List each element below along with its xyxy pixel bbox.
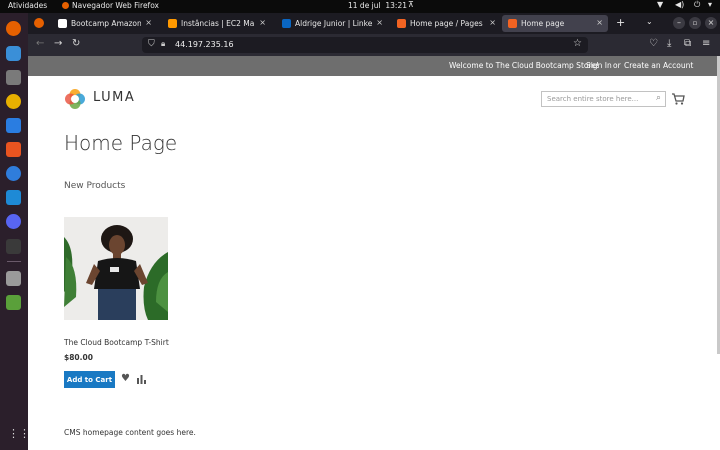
sign-in-link[interactable]: Sign In	[586, 61, 612, 70]
store-page: Welcome to The Cloud Bootcamp Store! Sig…	[28, 56, 720, 450]
clock[interactable]: 11 de jul 13:21	[348, 1, 407, 10]
downloads-icon[interactable]: ⤓	[667, 38, 671, 50]
section-title: New Products	[64, 181, 126, 191]
trash-dock-icon[interactable]	[6, 295, 21, 310]
product-photo-illustration	[64, 217, 168, 320]
help-dock-icon[interactable]	[6, 166, 21, 181]
network-icon[interactable]: ▼	[657, 0, 663, 9]
product-price: $80.00	[64, 353, 93, 362]
store-header-panel: Welcome to The Cloud Bootcamp Store! Sig…	[28, 56, 720, 76]
rhythmbox-dock-icon[interactable]	[6, 94, 21, 109]
menu-icon[interactable]: ≡	[702, 38, 710, 50]
volume-icon[interactable]: ◀)	[675, 0, 684, 9]
tab-bootcamp[interactable]: Bootcamp Amazon Web S ×	[52, 15, 157, 32]
lock-icon[interactable]: 🔒︎	[161, 39, 165, 49]
dock-divider	[7, 261, 21, 262]
show-apps-icon[interactable]: ⋮⋮	[8, 428, 30, 440]
minimize-icon[interactable]: –	[673, 17, 685, 29]
close-icon[interactable]: ×	[596, 18, 603, 27]
power-icon[interactable]: ⏻	[694, 0, 700, 10]
tab-favicon-icon	[282, 19, 291, 28]
activities-button[interactable]: Atividades	[8, 1, 47, 10]
reload-icon[interactable]: ↻	[72, 38, 80, 50]
tab-favicon-icon	[397, 19, 406, 28]
firefox-view-icon[interactable]	[34, 18, 44, 28]
add-to-cart-button[interactable]: Add to Cart	[64, 371, 115, 388]
terminal-dock-icon[interactable]	[6, 239, 21, 254]
vscode-dock-icon[interactable]	[6, 190, 21, 205]
cms-content: CMS homepage content goes here.	[64, 428, 196, 437]
discord-dock-icon[interactable]	[6, 214, 21, 229]
url-bar[interactable]: ⛉ 🔒︎ 44.197.235.16 ☆	[142, 37, 588, 53]
url-text[interactable]: 44.197.235.16	[175, 40, 234, 49]
software-center-dock-icon[interactable]	[6, 142, 21, 157]
browser-tab-bar: Bootcamp Amazon Web S × Instâncias | EC2…	[28, 13, 720, 34]
tab-linkedin[interactable]: Aldrige Junior | LinkedIn ×	[276, 15, 388, 32]
shield-icon[interactable]: ⛉	[148, 39, 155, 49]
pocket-icon[interactable]: ♡	[649, 38, 658, 50]
extensions-icon[interactable]: ⧉	[684, 38, 691, 50]
close-icon[interactable]: ×	[489, 18, 496, 27]
product-name-link[interactable]: The Cloud Bootcamp T-Shirt	[64, 338, 169, 347]
active-app-label[interactable]: Navegador Web Firefox	[62, 1, 159, 10]
tab-favicon-icon	[58, 19, 67, 28]
new-tab-button[interactable]: +	[616, 16, 625, 29]
close-icon[interactable]: ×	[145, 18, 152, 27]
close-icon[interactable]: ×	[259, 18, 266, 27]
time-label: 13:21	[385, 1, 408, 10]
system-top-bar: Atividades Navegador Web Firefox 11 de j…	[0, 0, 720, 13]
search-box[interactable]: Search entire store here... ⌕	[541, 91, 666, 107]
tab-magento-pages[interactable]: Home page / Pages / Elem ×	[391, 15, 501, 32]
close-icon[interactable]: ×	[376, 18, 383, 27]
compare-icon[interactable]	[137, 375, 146, 384]
product-image[interactable]	[64, 217, 168, 320]
wishlist-heart-icon[interactable]: ♥	[121, 373, 130, 384]
tab-ec2[interactable]: Instâncias | EC2 Managem ×	[162, 15, 271, 32]
ubuntu-dock: ⋮⋮	[0, 13, 30, 450]
drive-dock-icon[interactable]	[6, 271, 21, 286]
window-close-icon[interactable]: ×	[705, 17, 717, 29]
bookmark-star-icon[interactable]: ☆	[573, 38, 582, 49]
search-icon[interactable]: ⌕	[656, 93, 661, 103]
tab-favicon-icon	[508, 19, 517, 28]
search-input[interactable]: Search entire store here...	[547, 95, 638, 103]
files-dock-icon[interactable]	[6, 70, 21, 85]
browser-nav-bar: ← → ↻ ⛉ 🔒︎ 44.197.235.16 ☆ ♡ ⤓ ⧉ ≡	[28, 34, 720, 56]
luma-logo-icon[interactable]	[64, 88, 86, 110]
chevron-down-icon[interactable]: ▾	[708, 0, 712, 9]
logo-wordmark[interactable]: LUMA	[93, 90, 135, 105]
back-arrow-icon[interactable]: ←	[36, 38, 44, 50]
welcome-message: Welcome to The Cloud Bootcamp Store!	[449, 61, 600, 70]
date-label: 11 de jul	[348, 1, 381, 10]
tab-home-page-active[interactable]: Home page ×	[502, 15, 608, 32]
page-title: Home Page	[64, 131, 178, 155]
forward-arrow-icon[interactable]: →	[54, 38, 62, 50]
restore-icon[interactable]: ▫	[689, 17, 701, 29]
create-account-link[interactable]: Create an Account	[624, 61, 693, 70]
or-separator: or	[613, 61, 621, 70]
writer-dock-icon[interactable]	[6, 118, 21, 133]
firefox-small-icon	[62, 2, 69, 9]
notification-icon[interactable]: ⊼	[408, 0, 414, 9]
thunderbird-dock-icon[interactable]	[6, 46, 21, 61]
firefox-dock-icon[interactable]	[6, 21, 21, 36]
list-tabs-icon[interactable]: ⌄	[646, 17, 653, 26]
tab-favicon-icon	[168, 19, 177, 28]
cart-icon[interactable]	[671, 92, 685, 106]
